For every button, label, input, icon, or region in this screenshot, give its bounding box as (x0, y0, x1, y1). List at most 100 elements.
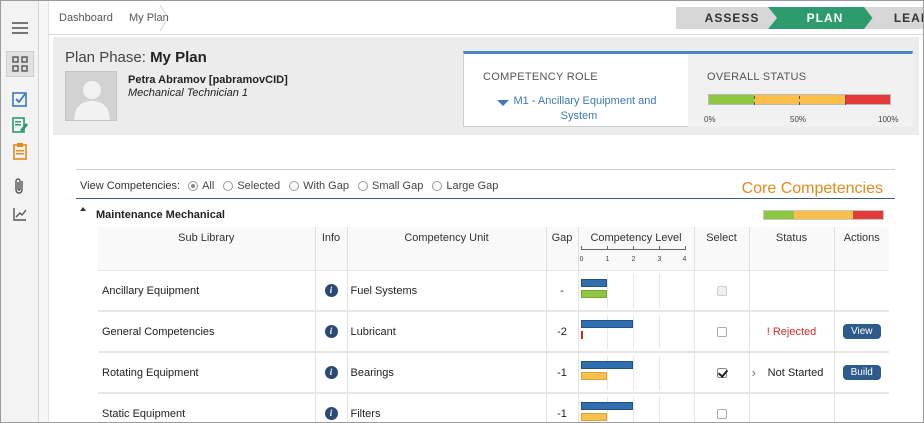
chevron-right-icon[interactable]: › (752, 365, 756, 380)
left-rail (1, 1, 39, 422)
required-level-bar (580, 289, 607, 298)
collapse-caret-icon[interactable] (80, 207, 86, 211)
phase-name: My Plan (150, 49, 207, 66)
status-tick (845, 96, 846, 105)
select-checkbox[interactable] (716, 326, 727, 337)
status-scale-0: 0% (704, 115, 716, 124)
status-text: ! Rejected (766, 325, 817, 338)
radio-icon[interactable] (223, 181, 234, 191)
build-button[interactable]: Build (842, 365, 881, 380)
current-level-bar (580, 401, 633, 410)
competency-unit-cell: Bearings (347, 352, 547, 393)
reports-chart-icon[interactable] (6, 201, 34, 227)
step-learn[interactable]: LEARN (864, 7, 923, 29)
avatar (65, 71, 117, 121)
core-competencies-title: Core Competencies (741, 180, 883, 197)
filter-with-gap[interactable]: With Gap (289, 180, 349, 192)
status-scale-50: 50% (790, 115, 807, 124)
required-level-bar (580, 330, 583, 339)
rail-divider (39, 1, 49, 422)
plan-edit-icon[interactable] (6, 112, 34, 138)
radio-icon[interactable] (357, 181, 368, 191)
section-status-bar (763, 210, 884, 220)
info-icon[interactable]: i (324, 407, 338, 420)
plan-header: Plan Phase: My Plan Petra Abramov [pabra… (53, 37, 919, 135)
info-cell: i (315, 393, 348, 422)
radio-icon[interactable] (289, 181, 300, 191)
filter-selected[interactable]: Selected (223, 180, 280, 192)
user-silhouette-icon (74, 81, 110, 120)
sub-library-cell: General Competencies (98, 311, 316, 352)
level-scale-1: 1 (605, 256, 610, 263)
view-button[interactable]: View (842, 324, 881, 339)
required-level-bar (580, 371, 607, 380)
current-level-bar (580, 278, 607, 287)
actions-cell (834, 393, 889, 422)
radio-icon[interactable] (188, 181, 199, 191)
level-scale: Competency Level 0 1 2 3 4 (579, 232, 687, 263)
step-plan[interactable]: PLAN (768, 7, 882, 29)
status-segment (764, 211, 794, 219)
divider (76, 169, 895, 170)
info-cell: i (315, 270, 348, 311)
competency-role-link[interactable]: M1 - Ancillary Equipment and System (494, 94, 664, 124)
select-checkbox[interactable] (716, 367, 727, 378)
competency-role-label: COMPETENCY ROLE (483, 71, 598, 83)
select-cell (694, 352, 750, 393)
current-level-bar (580, 360, 633, 369)
competency-info-card: COMPETENCY ROLE M1 - Ancillary Equipment… (463, 51, 913, 127)
breadcrumb-my-plan: My Plan (129, 12, 169, 24)
competency-unit-cell: Lubricant (347, 311, 547, 352)
status-text: › Not Started (751, 364, 824, 380)
filter-large-gap[interactable]: Large Gap (432, 180, 498, 192)
info-cell: i (315, 311, 348, 352)
view-filter-label: View Competencies: (80, 180, 181, 192)
header-status: Status (749, 227, 835, 271)
gap-cell: -1 (546, 393, 579, 422)
top-bar: Dashboard My Plan ASSESS PLAN LEARN (49, 1, 923, 35)
sub-library-cell: Ancillary Equipment (98, 270, 316, 311)
select-cell (694, 393, 750, 422)
header-info: Info (315, 227, 348, 271)
info-icon[interactable]: i (324, 366, 338, 379)
learn-clipboard-icon[interactable] (6, 138, 34, 164)
overall-status-panel: OVERALL STATUS 0% 50% 100% (688, 54, 913, 127)
gap-cell: -1 (546, 352, 579, 393)
info-icon[interactable]: i (324, 284, 338, 297)
status-cell: ! Rejected (749, 311, 835, 352)
level-scale-3: 3 (657, 256, 662, 263)
actions-cell: View (834, 311, 889, 352)
select-checkbox[interactable] (716, 408, 727, 419)
attachment-icon[interactable] (6, 173, 34, 199)
assess-checklist-icon[interactable] (6, 86, 34, 112)
dashboard-grid-icon[interactable] (6, 51, 34, 77)
select-cell (694, 270, 750, 311)
status-cell (749, 393, 835, 422)
filter-small-gap[interactable]: Small Gap (357, 180, 423, 192)
gap-cell: -2 (546, 311, 579, 352)
header-select: Select (694, 227, 750, 271)
menu-icon[interactable] (6, 15, 34, 41)
select-checkbox (716, 285, 727, 296)
competency-unit-cell: Filters (347, 393, 547, 422)
breadcrumb-dashboard[interactable]: Dashboard (59, 12, 113, 24)
sub-library-cell: Rotating Equipment (98, 352, 316, 393)
info-icon[interactable]: i (324, 325, 338, 338)
page-title: Plan Phase: My Plan (65, 49, 207, 66)
table-row: Static Equipment i Filters -1 (98, 393, 889, 422)
status-segment (853, 211, 883, 219)
overall-status-label: OVERALL STATUS (707, 71, 807, 83)
divider (76, 198, 895, 199)
gap-cell: - (546, 270, 579, 311)
radio-icon[interactable] (432, 181, 443, 191)
section-title[interactable]: Maintenance Mechanical (96, 209, 225, 221)
header-competency-level: Competency Level 0 1 2 3 4 (578, 227, 695, 271)
actions-cell (834, 270, 889, 311)
level-scale-4: 4 (682, 256, 687, 263)
status-segment (709, 95, 755, 104)
header-competency-unit: Competency Unit (347, 227, 547, 271)
filter-all[interactable]: All (188, 180, 214, 192)
status-cell: › Not Started (749, 352, 835, 393)
status-tick (799, 96, 800, 105)
competency-table: Sub Library Info Competency Unit Gap Com… (98, 227, 889, 422)
